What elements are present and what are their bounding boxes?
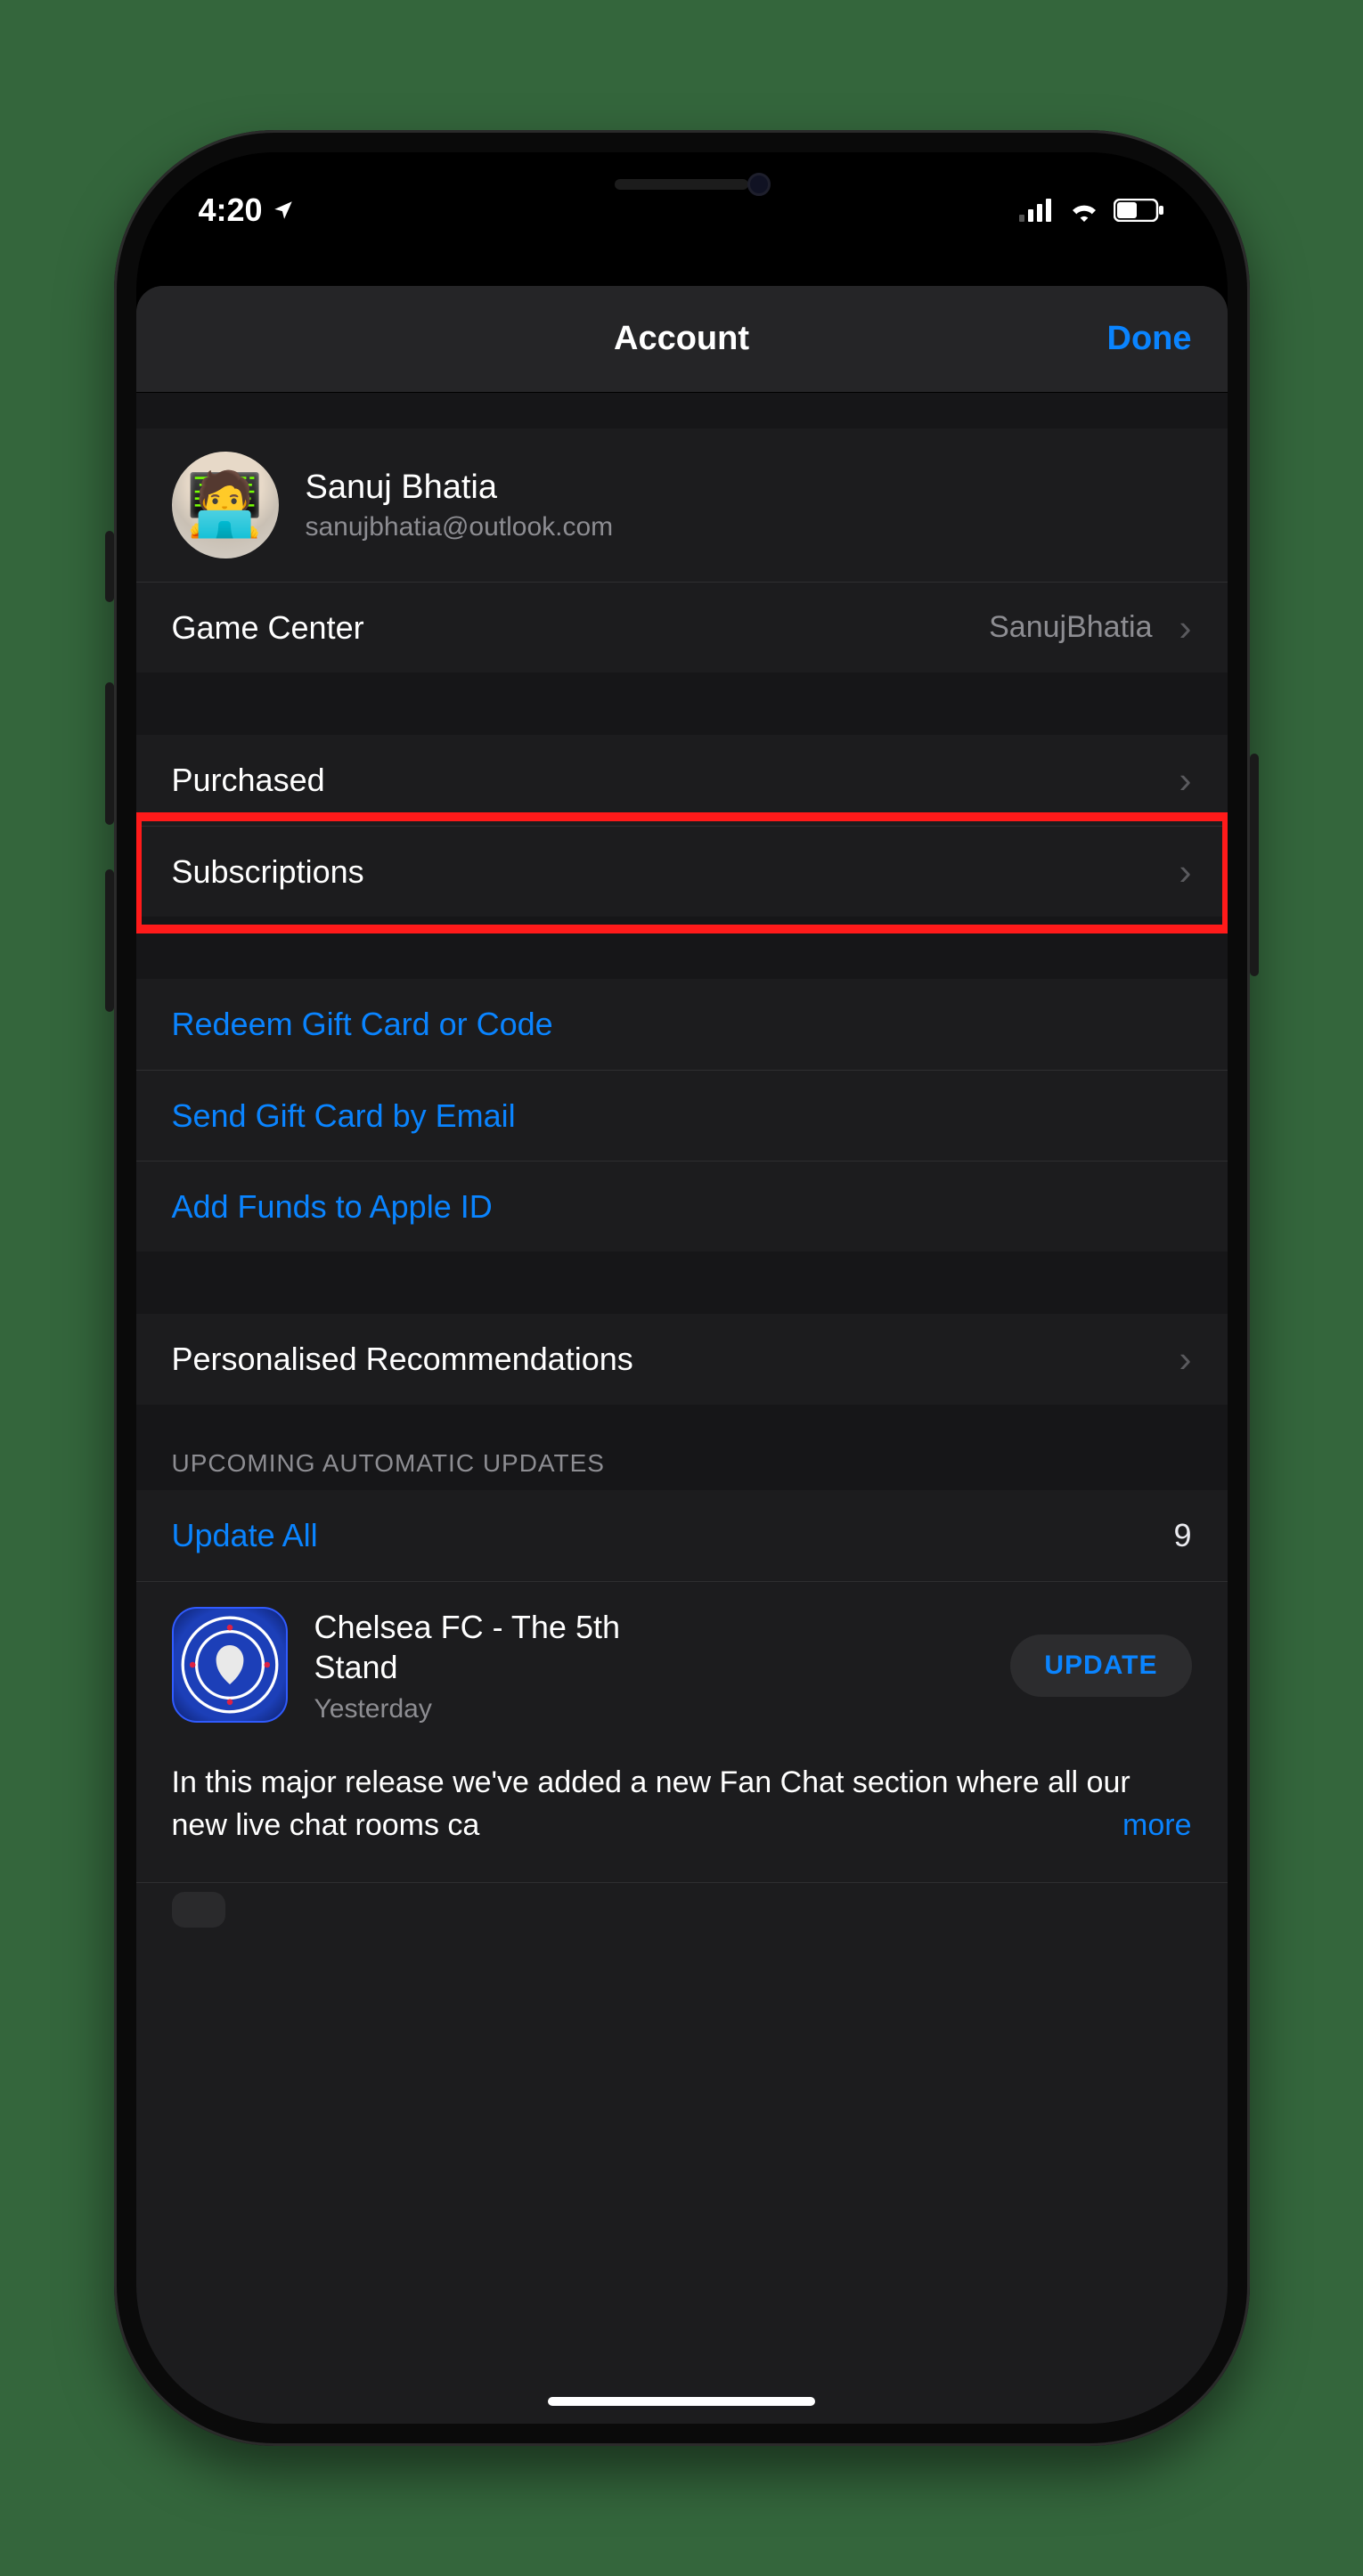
update-button[interactable]: UPDATE bbox=[1010, 1634, 1191, 1697]
profile-group: 🧑‍💻 Sanuj Bhatia sanujbhatia@outlook.com… bbox=[136, 428, 1228, 673]
profile-email: sanujbhatia@outlook.com bbox=[306, 512, 614, 542]
done-button[interactable]: Done bbox=[1107, 320, 1192, 358]
gift-group: Redeem Gift Card or Code Send Gift Card … bbox=[136, 979, 1228, 1251]
recs-label: Personalised Recommendations bbox=[172, 1341, 1153, 1378]
profile-name: Sanuj Bhatia bbox=[306, 469, 614, 507]
nav-title: Account bbox=[614, 320, 749, 358]
update-all-row[interactable]: Update All 9 bbox=[136, 1490, 1228, 1581]
chevron-right-icon: › bbox=[1179, 1341, 1192, 1378]
app-icon bbox=[172, 1607, 288, 1723]
volume-down-button[interactable] bbox=[105, 869, 114, 1012]
updates-header: UPCOMING AUTOMATIC UPDATES bbox=[136, 1405, 1228, 1490]
avatar: 🧑‍💻 bbox=[172, 452, 279, 558]
purchased-row[interactable]: Purchased › bbox=[136, 735, 1228, 826]
speaker-grille bbox=[615, 179, 748, 190]
cellular-icon bbox=[1019, 199, 1055, 222]
app-icon bbox=[172, 1892, 225, 1928]
update-all-label: Update All bbox=[172, 1517, 1147, 1554]
add-funds-label: Add Funds to Apple ID bbox=[172, 1188, 1192, 1226]
mute-switch[interactable] bbox=[105, 531, 114, 602]
recs-group: Personalised Recommendations › bbox=[136, 1314, 1228, 1405]
content: Account Done 🧑‍💻 Sanuj Bhatia bbox=[136, 152, 1228, 2424]
game-center-row[interactable]: Game Center SanujBhatia › bbox=[136, 582, 1228, 673]
nav-bar: Account Done bbox=[136, 286, 1228, 393]
release-notes: In this major release we've added a new … bbox=[136, 1749, 1228, 1882]
app-name: Chelsea FC - The 5th Stand bbox=[314, 1607, 689, 1687]
account-sheet: Account Done 🧑‍💻 Sanuj Bhatia bbox=[136, 286, 1228, 2424]
send-gift-label: Send Gift Card by Email bbox=[172, 1097, 1192, 1135]
app-date: Yesterday bbox=[314, 1694, 984, 1724]
purchased-label: Purchased bbox=[172, 762, 1153, 799]
power-button[interactable] bbox=[1250, 754, 1259, 976]
send-gift-row[interactable]: Send Gift Card by Email bbox=[136, 1070, 1228, 1161]
add-funds-row[interactable]: Add Funds to Apple ID bbox=[136, 1161, 1228, 1251]
location-icon bbox=[272, 199, 295, 222]
wifi-icon bbox=[1067, 199, 1101, 222]
scroll-view[interactable]: 🧑‍💻 Sanuj Bhatia sanujbhatia@outlook.com… bbox=[136, 393, 1228, 1927]
game-center-label: Game Center bbox=[172, 609, 963, 647]
front-camera bbox=[747, 173, 771, 196]
chelsea-badge-icon bbox=[181, 1616, 279, 1714]
chevron-right-icon: › bbox=[1179, 609, 1192, 647]
profile-row[interactable]: 🧑‍💻 Sanuj Bhatia sanujbhatia@outlook.com bbox=[136, 428, 1228, 582]
more-link[interactable]: more bbox=[1108, 1805, 1191, 1847]
app-update-row[interactable]: Chelsea FC - The 5th Stand Yesterday UPD… bbox=[136, 1581, 1228, 1749]
chevron-right-icon: › bbox=[1179, 762, 1192, 799]
screen: 4:20 bbox=[136, 152, 1228, 2424]
redeem-row[interactable]: Redeem Gift Card or Code bbox=[136, 979, 1228, 1070]
status-time: 4:20 bbox=[199, 192, 263, 229]
phone-frame: 4:20 bbox=[114, 130, 1250, 2446]
subscriptions-label: Subscriptions bbox=[172, 853, 1153, 891]
purchases-group: Purchased › Subscriptions › bbox=[136, 735, 1228, 917]
home-indicator[interactable] bbox=[548, 2397, 815, 2406]
subscriptions-row[interactable]: Subscriptions › bbox=[136, 826, 1228, 917]
update-count: 9 bbox=[1173, 1517, 1191, 1554]
updates-group: Update All 9 bbox=[136, 1490, 1228, 1927]
release-notes-text: In this major release we've added a new … bbox=[172, 1765, 1130, 1842]
game-center-value: SanujBhatia bbox=[989, 610, 1152, 645]
volume-up-button[interactable] bbox=[105, 682, 114, 825]
battery-icon bbox=[1114, 199, 1165, 222]
notch bbox=[468, 152, 895, 216]
recs-row[interactable]: Personalised Recommendations › bbox=[136, 1314, 1228, 1405]
next-app-peek[interactable] bbox=[136, 1882, 1228, 1927]
chevron-right-icon: › bbox=[1179, 853, 1192, 891]
redeem-label: Redeem Gift Card or Code bbox=[172, 1006, 1192, 1043]
